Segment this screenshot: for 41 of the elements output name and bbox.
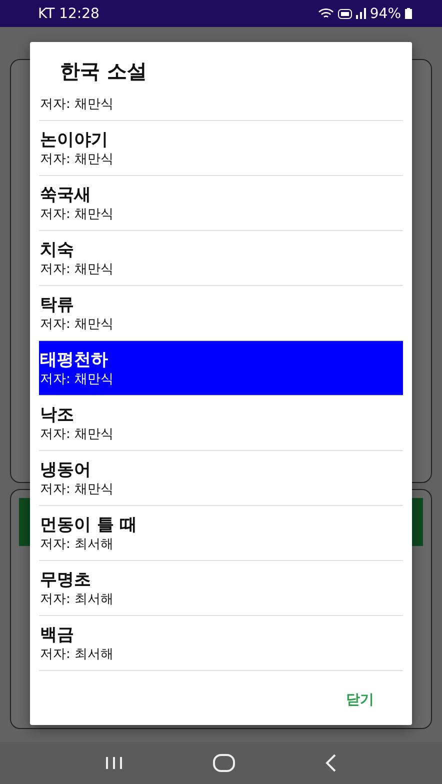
book-title: 치숙	[40, 238, 75, 260]
book-item[interactable]: 태평천하 저자: 채만식	[39, 341, 403, 396]
book-author: 저자: 최서해	[40, 590, 115, 608]
book-title: 백금	[40, 624, 75, 646]
wifi-icon	[318, 8, 334, 20]
book-item[interactable]: 논이야기 저자: 채만식	[39, 121, 403, 176]
book-author: 저자: 채만식	[40, 96, 115, 112]
book-title: 낙조	[40, 404, 75, 426]
battery-percent: 94%	[370, 6, 401, 22]
book-title: 먼동이 틀 때	[40, 514, 138, 536]
battery-icon	[405, 8, 412, 19]
book-author: 저자: 채만식	[40, 206, 115, 222]
hd-icon	[338, 8, 352, 18]
book-title: 논이야기	[40, 128, 109, 150]
book-author: 저자: 채만식	[40, 370, 115, 388]
book-item[interactable]: 무명초 저자: 최서해	[39, 561, 403, 616]
recent-apps-icon[interactable]	[105, 756, 123, 770]
book-item[interactable]: 냉동어 저자: 채만식	[39, 451, 403, 506]
home-icon[interactable]	[213, 754, 235, 772]
book-item[interactable]: 쑥국새 저자: 채만식	[39, 176, 403, 231]
book-author: 저자: 채만식	[40, 426, 115, 442]
book-author: 저자: 최서해	[40, 646, 115, 662]
book-item[interactable]: 치숙 저자: 채만식	[39, 231, 403, 286]
book-item[interactable]: 먼동이 틀 때 저자: 최서해	[39, 506, 403, 561]
book-item[interactable]: 낙조 저자: 채만식	[39, 396, 403, 451]
book-author: 저자: 채만식	[40, 150, 115, 168]
signal-icon	[356, 8, 366, 19]
book-title: 탁류	[40, 294, 75, 316]
book-title: 무명초	[40, 568, 92, 590]
dialog-title: 한국 소설	[59, 58, 148, 85]
book-title: 쑥국새	[40, 184, 92, 206]
book-author: 저자: 채만식	[40, 316, 115, 332]
book-author: 저자: 채만식	[40, 260, 115, 278]
book-item[interactable]: 백금 저자: 최서해	[39, 616, 403, 671]
book-item[interactable]: 저자: 채만식	[39, 88, 403, 121]
book-title: 태평천하	[40, 348, 109, 370]
book-author: 저자: 채만식	[40, 480, 115, 498]
book-title: 냉동어	[40, 458, 92, 480]
status-time: KT 12:28	[38, 6, 100, 22]
book-author: 저자: 최서해	[40, 536, 115, 552]
back-icon[interactable]	[325, 754, 337, 772]
